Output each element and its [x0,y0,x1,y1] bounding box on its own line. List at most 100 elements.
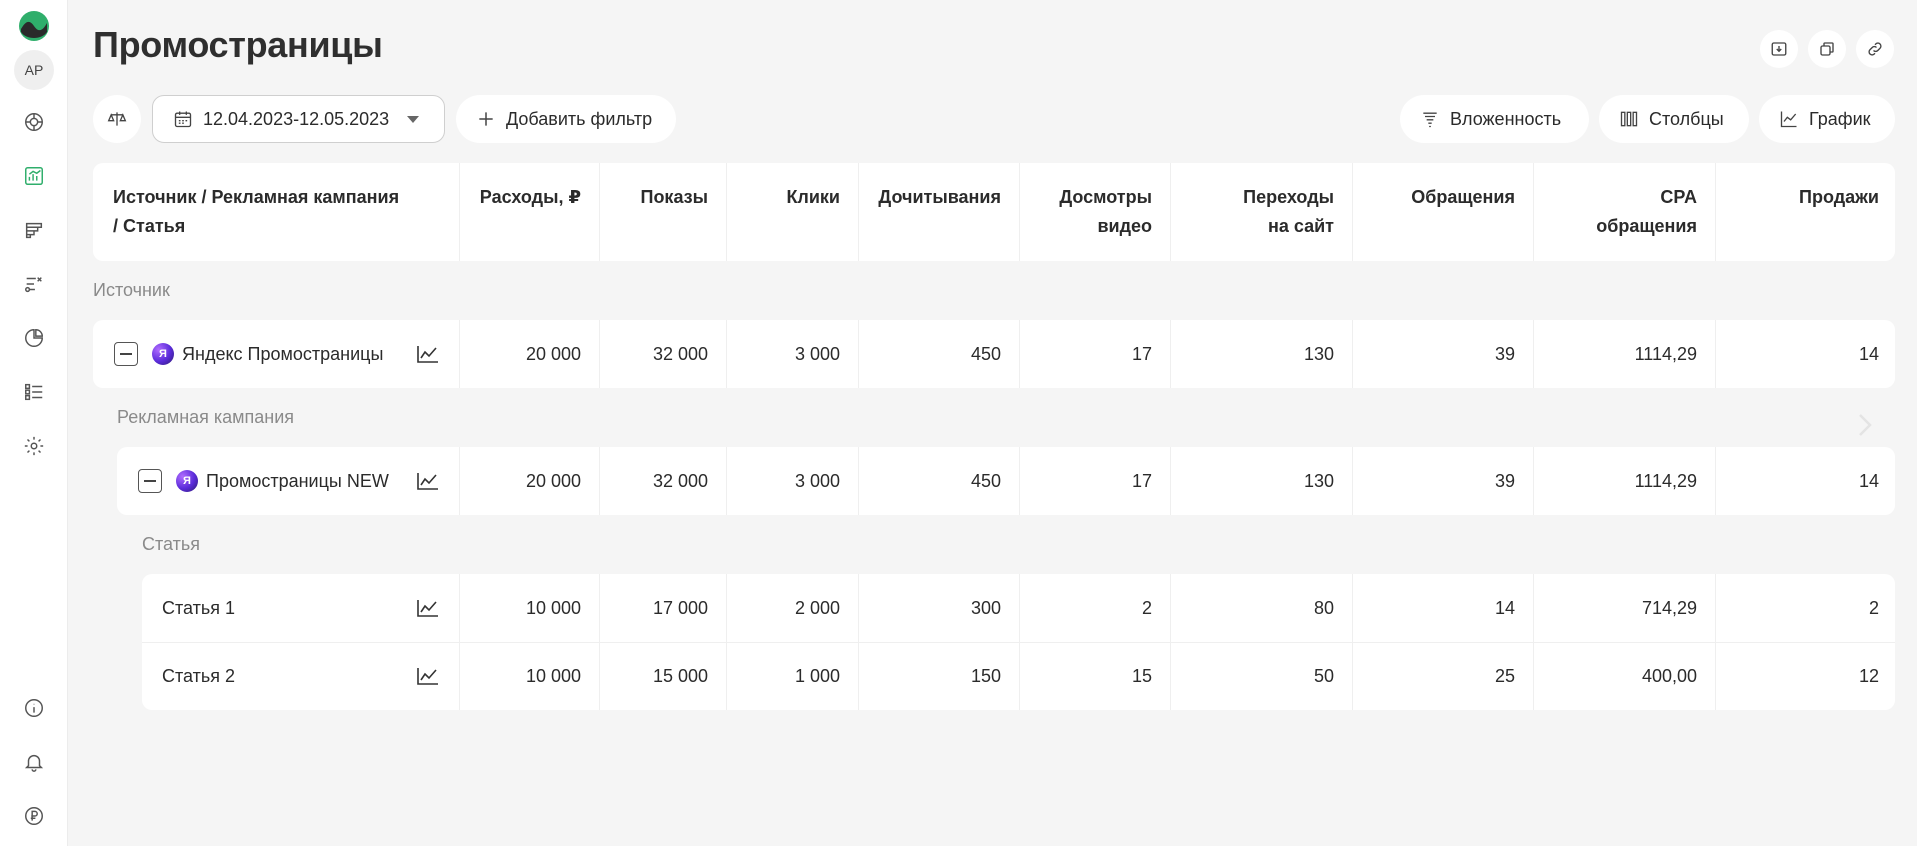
row-chart-icon[interactable] [417,667,439,685]
column-header-name[interactable]: Источник / Рекламная кампания / Статья [113,183,415,241]
column-header[interactable]: Расходы, ₽ [459,183,597,212]
dashboard-icon[interactable] [14,102,54,142]
header-line: Дочитывания [878,187,1001,207]
link-icon[interactable] [1856,30,1894,68]
table-cell: 130 [1303,343,1334,364]
add-filter-label: Добавить фильтр [506,108,653,129]
table-cell: 20 000 [525,470,581,491]
row-name: Статья 2 [162,642,235,710]
table-cell: 450 [970,343,1001,364]
table-cell: 20 000 [525,343,581,364]
header-line: на сайт [1267,216,1334,236]
header-line: обращения [1596,216,1697,236]
table-cell: 130 [1303,470,1334,491]
table-cell: 150 [970,665,1001,686]
add-filter-button[interactable]: Добавить фильтр [456,95,676,143]
table-cell: 39 [1494,343,1515,364]
nesting-button[interactable]: Вложенность [1400,95,1589,143]
columns-button[interactable]: Столбцы [1599,95,1749,143]
table-cell: 10 000 [525,665,581,686]
list-icon[interactable] [14,372,54,412]
pie-chart-icon[interactable] [14,318,54,358]
collapse-toggle-icon[interactable] [138,469,162,493]
column-header[interactable]: Клики [726,183,856,212]
collapse-toggle-icon[interactable] [114,342,138,366]
table-cell: 50 [1313,665,1334,686]
column-divider [1352,163,1353,261]
table-cell: 15 [1131,665,1152,686]
settings-icon[interactable] [14,426,54,466]
header-line: Обращения [1411,187,1515,207]
column-header[interactable]: CPA обращения [1533,183,1713,241]
info-icon[interactable] [14,688,54,728]
row-name: Статья 1 [162,574,235,642]
column-divider [858,163,859,261]
table-cell: 1114,29 [1634,343,1697,364]
column-divider [459,163,460,261]
avatar-initials: AP [24,62,44,78]
funnel-icon[interactable] [14,210,54,250]
table-row[interactable]: Статья 1 10 000 17 000 2 000 300 2 80 14 714,29 2 [142,574,1895,642]
table-row-source[interactable]: Я Яндекс Промостраницы 20 000 32 000 3 000 45… [93,320,1895,388]
nesting-icon [1423,112,1437,128]
line-chart-icon [1780,111,1797,128]
row-name-text: Яндекс Промостраницы [182,343,384,364]
avatar[interactable]: AP [14,50,54,90]
bell-icon[interactable] [14,742,54,782]
table-cell: 25 [1494,665,1515,686]
header-line: Досмотры [1059,187,1152,207]
reports-icon[interactable] [14,156,54,196]
group-label-campaign: Рекламная кампания [117,407,295,427]
table-cell: 80 [1313,597,1334,618]
group-label-source: Источник [93,280,170,300]
logo-icon[interactable] [18,10,50,42]
ruble-icon[interactable] [14,796,54,836]
row-chart-icon[interactable] [417,599,439,617]
sidebar: AP [0,0,68,846]
column-divider [599,163,600,261]
table-header: Источник / Рекламная кампания / Статья Рас… [93,163,1895,261]
row-name: Я Промостраницы NEW [138,447,389,515]
date-range-picker[interactable]: 12.04.2023-12.05.2023 [152,95,445,143]
chart-button[interactable]: График [1759,95,1895,143]
nesting-label: Вложенность [1450,108,1562,129]
row-chart-icon[interactable] [417,472,439,490]
table-cell: 17 000 [652,597,708,618]
header-line: Источник / Рекламная кампания [113,187,400,207]
table-cell: 17 [1131,470,1152,491]
yandex-logo-icon: Я [176,470,198,492]
table-cell: 12 [1858,665,1879,686]
table-row[interactable]: Я Промостраницы NEW 20 000 32 000 3 000 450 17… [117,447,1895,515]
calendar-icon [174,111,192,128]
table-cell: 3 000 [794,470,840,491]
table-cell: 2 [1141,597,1152,618]
header-line: Расходы, ₽ [479,187,581,207]
column-header[interactable]: Дочитывания [858,183,1017,212]
header-line: Показы [640,187,709,207]
column-header[interactable]: Досмотры видео [1019,183,1168,241]
table-row[interactable]: Я Яндекс Промостраницы 20 000 32 000 3 000 45… [93,320,1895,388]
row-chart-icon[interactable] [417,345,439,363]
column-header[interactable]: Обращения [1352,183,1531,212]
table-cell: 17 [1131,343,1152,364]
column-header[interactable]: Переходы на сайт [1170,183,1350,241]
table-cell: 1 000 [794,665,840,686]
column-header[interactable]: Показы [599,183,724,212]
table-row[interactable]: Статья 2 10 000 15 000 1 000 150 15 50 25 400,00… [142,642,1895,710]
table-cell: 400,00 [1641,665,1697,686]
chevron-right-icon[interactable] [1855,412,1875,438]
date-range-value: 12.04.2023-12.05.2023 [203,108,390,129]
download-icon[interactable] [1760,30,1798,68]
attribution-icon[interactable] [14,264,54,304]
table-cell: 14 [1858,343,1879,364]
compare-button[interactable] [93,95,141,143]
column-header[interactable]: Продажи [1715,183,1895,212]
table-cell: 32 000 [652,343,708,364]
table-cell: 14 [1858,470,1879,491]
header-line: CPA [1660,187,1697,207]
table-cell: 39 [1494,470,1515,491]
table-cell: 2 [1868,597,1879,618]
copy-icon[interactable] [1808,30,1846,68]
table-row-campaign[interactable]: Я Промостраницы NEW 20 000 32 000 3 000 450 17… [117,447,1895,515]
page-title: Промостраницы [93,24,383,65]
